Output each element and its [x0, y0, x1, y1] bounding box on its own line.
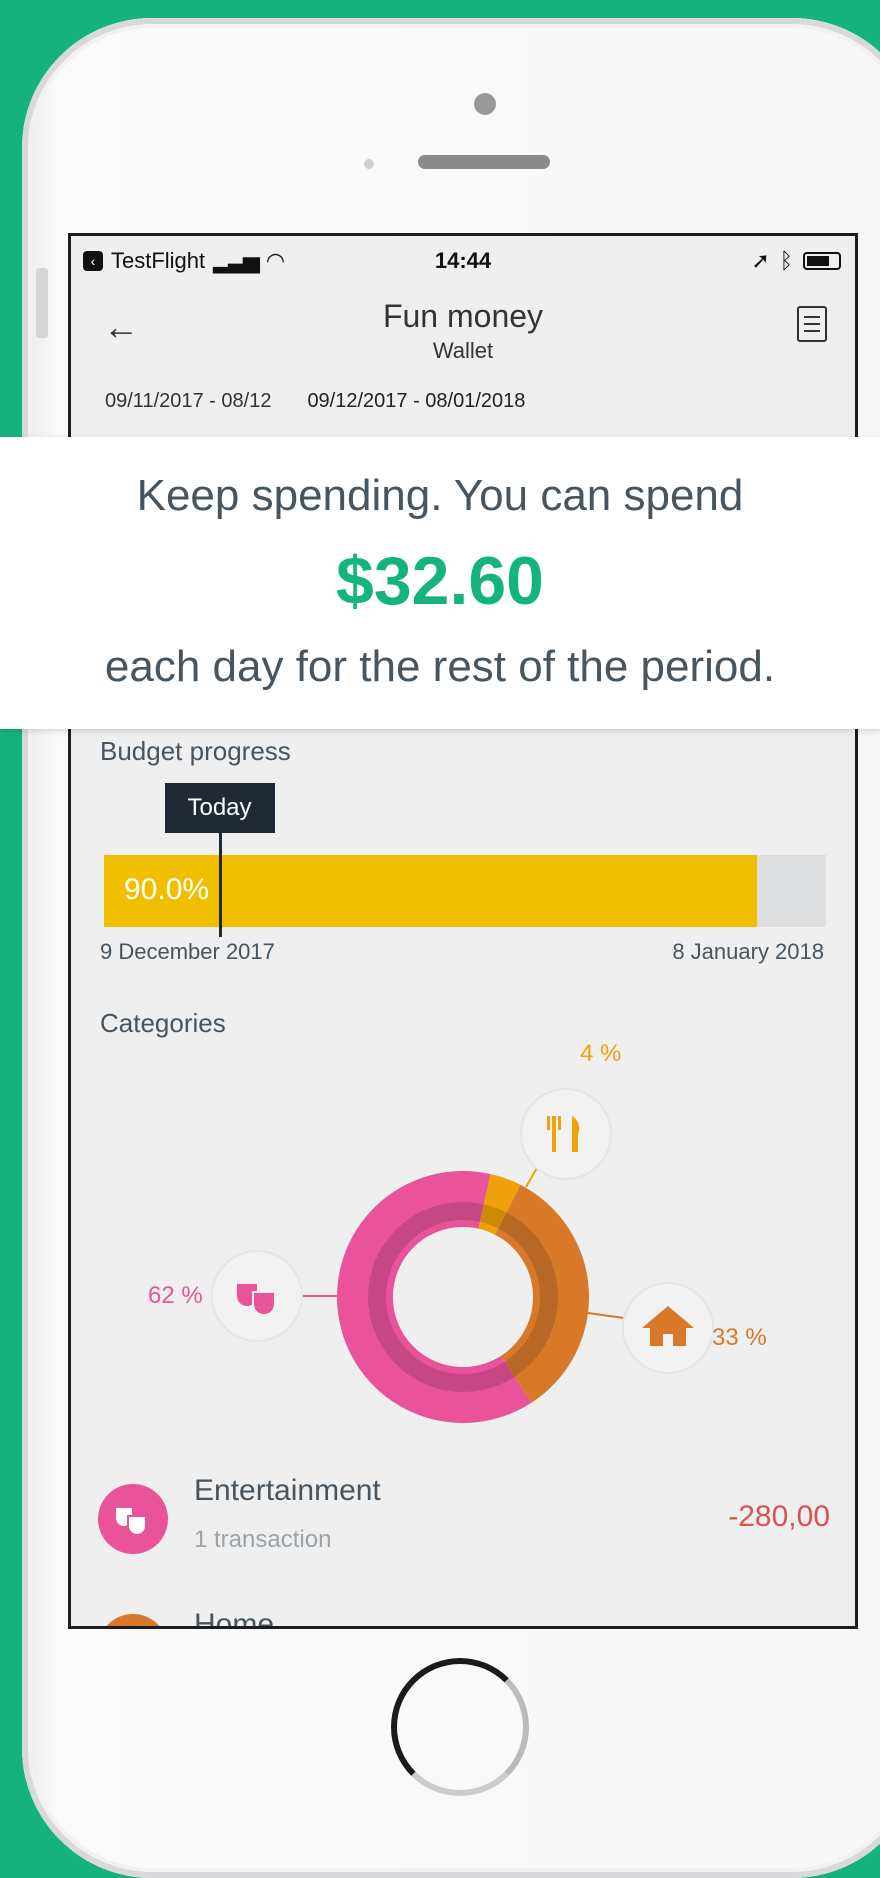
theater-masks-icon [237, 1284, 276, 1316]
theater-masks-icon [116, 1508, 147, 1536]
home-row-name[interactable]: Home [194, 1610, 274, 1626]
food-percent: 4 % [580, 1040, 622, 1067]
entertainment-row-icon [98, 1484, 168, 1554]
food-category-badge[interactable] [522, 1090, 610, 1178]
fork-knife-icon [547, 1116, 580, 1152]
home-leader-line [587, 1312, 625, 1319]
house-icon [642, 1306, 694, 1346]
entertainment-row-count: 1 transaction [194, 1526, 332, 1553]
entertainment-category-badge[interactable] [213, 1252, 301, 1340]
categories-donut-chart [300, 1151, 625, 1423]
entertainment-percent: 62 % [148, 1282, 203, 1309]
home-row-icon [98, 1614, 168, 1626]
home-row-peek: Home [68, 1610, 858, 1626]
entertainment-row-name[interactable]: Entertainment [194, 1474, 381, 1508]
home-percent: 33 % [712, 1324, 767, 1351]
entertainment-row-amount: -280,00 [728, 1500, 830, 1533]
home-category-badge[interactable] [624, 1284, 712, 1372]
home-button[interactable] [391, 1658, 529, 1796]
